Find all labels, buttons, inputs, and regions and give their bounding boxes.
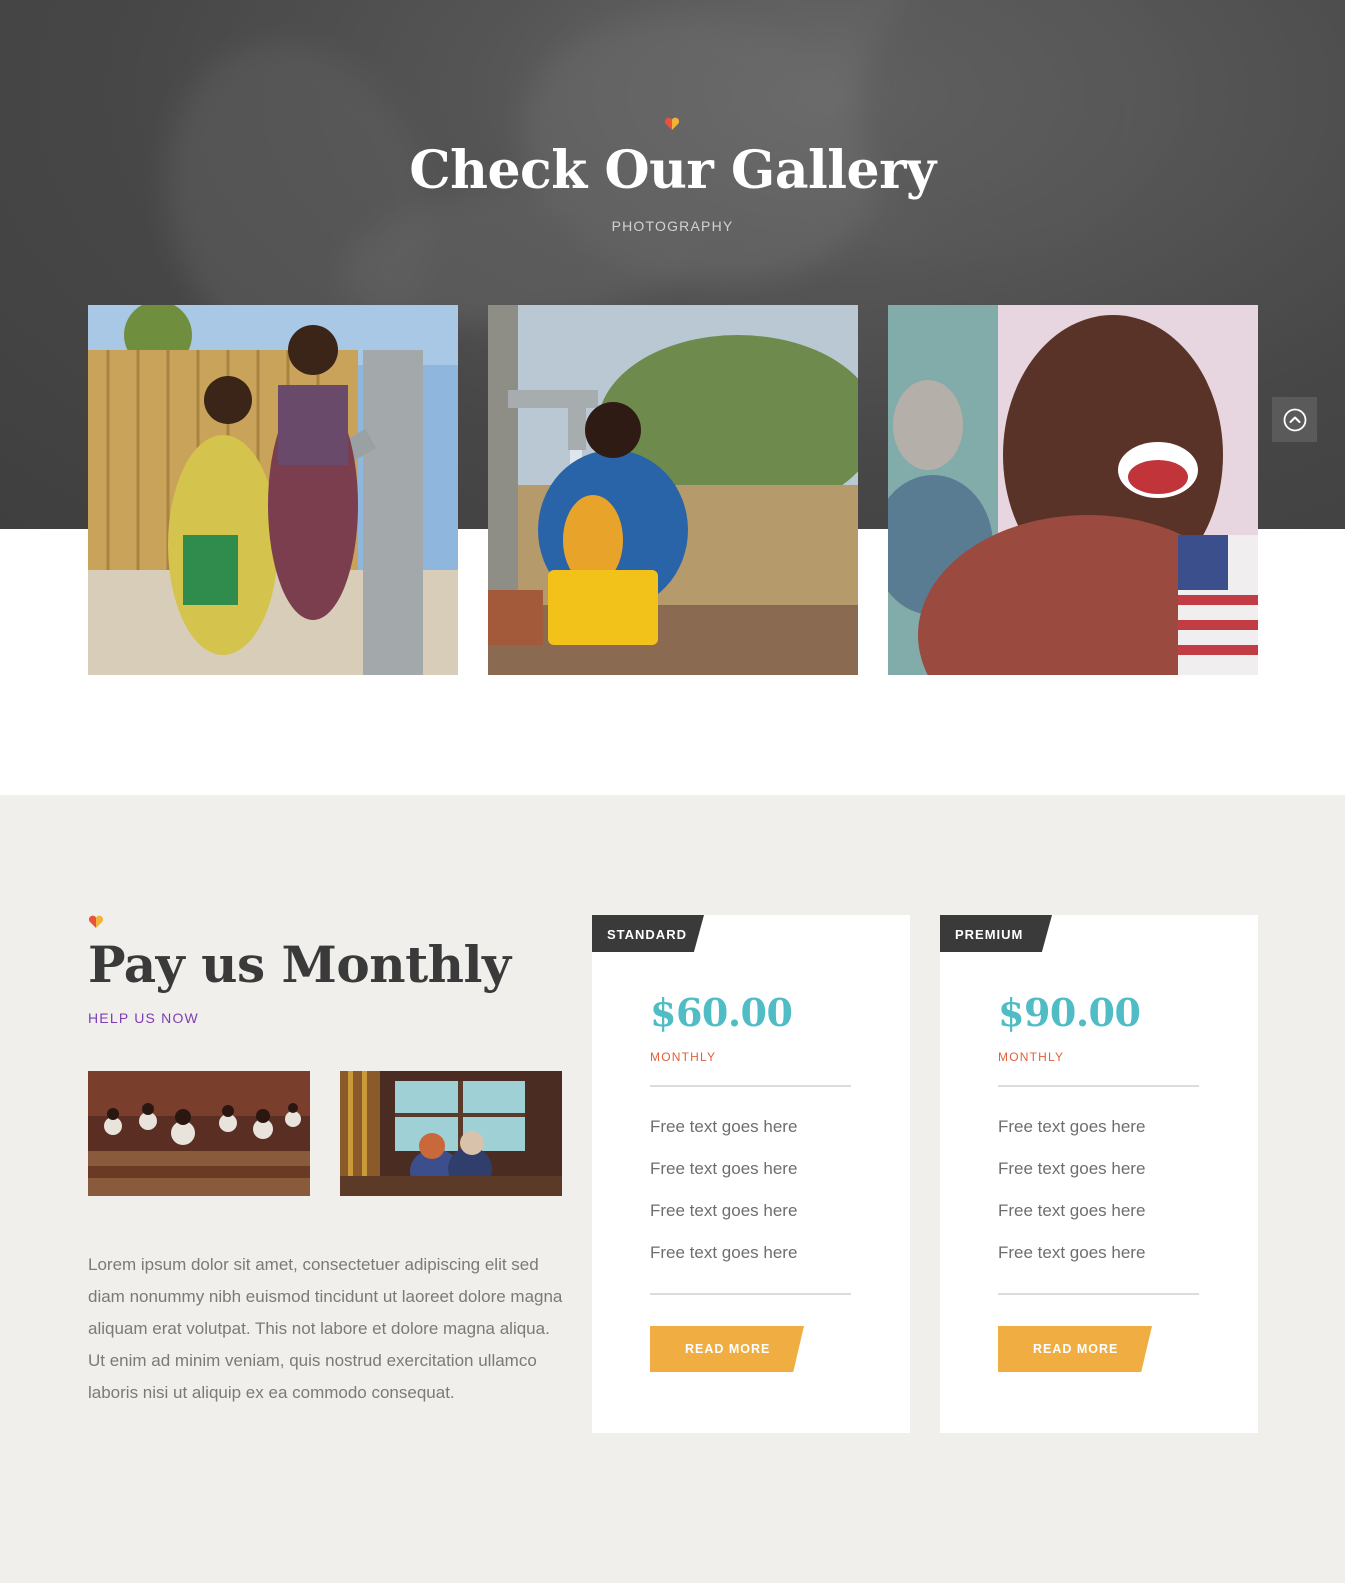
laughing-boy-splash-photo[interactable] <box>888 305 1258 675</box>
plan-feature: Free text goes here <box>650 1243 798 1262</box>
classroom-photo[interactable] <box>88 1071 310 1196</box>
pay-description: Lorem ipsum dolor sit amet, consectetuer… <box>88 1255 563 1402</box>
plan-period: MONTHLY <box>650 1050 717 1064</box>
scroll-to-top-button[interactable] <box>1272 397 1317 442</box>
read-more-button[interactable]: READ MORE <box>650 1326 804 1372</box>
pay-subtitle: HELP US NOW <box>88 1010 199 1026</box>
plan-feature: Free text goes here <box>998 1117 1146 1136</box>
chevron-up-circle-icon <box>1283 408 1306 431</box>
plan-card-premium: PREMIUM $90.00 MONTHLY Free text goes he… <box>940 915 1258 1433</box>
plan-price: $60.00 <box>650 990 793 1035</box>
plan-feature: Free text goes here <box>650 1117 798 1136</box>
plan-card-standard: STANDARD $60.00 MONTHLY Free text goes h… <box>592 915 910 1433</box>
pay-title: Pay us Monthly <box>88 935 511 994</box>
plan-price: $90.00 <box>998 990 1141 1035</box>
plan-feature: Free text goes here <box>650 1201 798 1220</box>
divider <box>998 1085 1199 1087</box>
pay-monthly-section: Pay us Monthly HELP US NOW Lorem ipsum d… <box>0 795 1345 1583</box>
plan-feature: Free text goes here <box>998 1243 1146 1262</box>
divider <box>650 1293 851 1295</box>
divider <box>650 1085 851 1087</box>
plan-tag: STANDARD <box>592 915 704 952</box>
plan-feature: Free text goes here <box>998 1201 1146 1220</box>
heart-icon <box>88 915 104 928</box>
gallery-subtitle: PHOTOGRAPHY <box>611 218 734 234</box>
children-reading-photo[interactable] <box>340 1071 562 1196</box>
read-more-button[interactable]: READ MORE <box>998 1326 1152 1372</box>
plan-period: MONTHLY <box>998 1050 1065 1064</box>
children-water-pump-photo[interactable] <box>88 305 458 675</box>
gallery-title: Check Our Gallery <box>409 140 936 201</box>
plan-feature: Free text goes here <box>998 1159 1146 1178</box>
plan-feature: Free text goes here <box>650 1159 798 1178</box>
child-water-tap-photo[interactable] <box>488 305 858 675</box>
divider <box>998 1293 1199 1295</box>
plan-tag: PREMIUM <box>940 915 1052 952</box>
heart-icon <box>664 117 680 130</box>
